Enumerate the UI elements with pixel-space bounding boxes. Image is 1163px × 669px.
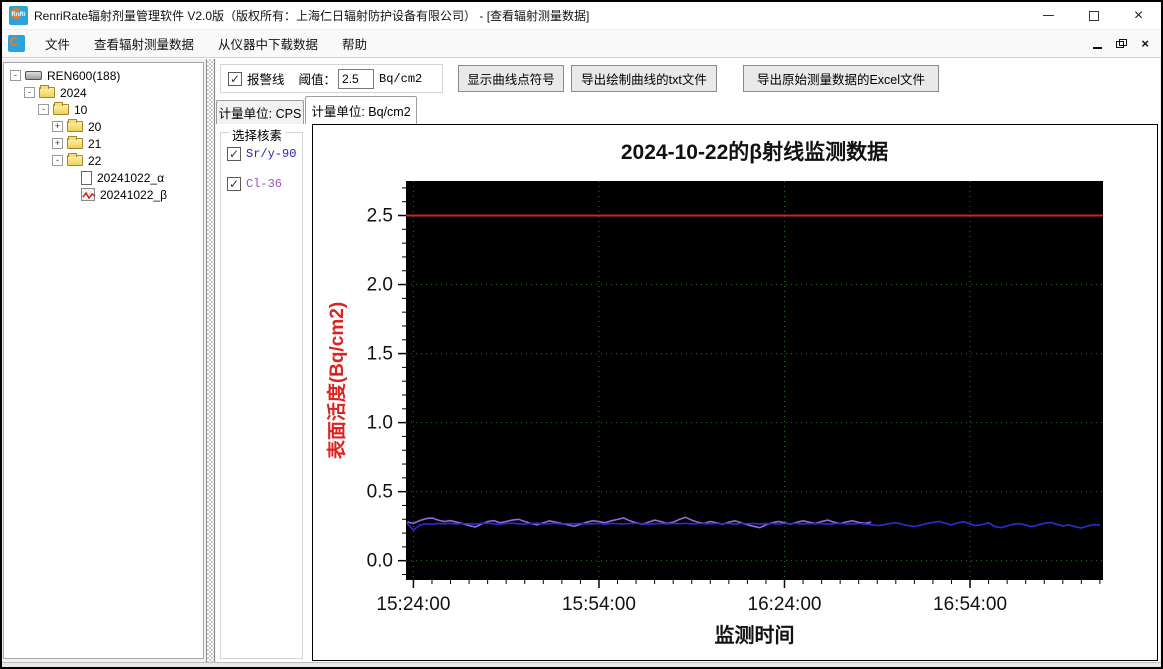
tree-row[interactable]: - 22 bbox=[4, 152, 203, 169]
collapse-icon[interactable]: - bbox=[38, 104, 49, 115]
document-logo-icon bbox=[8, 35, 25, 52]
y-tick-label: 2.0 bbox=[367, 275, 393, 296]
menu-item-3[interactable]: 从仪器中下载数据 bbox=[206, 30, 330, 57]
nuclide-select-group: 选择核素 ✓ Sr/y-90 ✓ Cl-36 bbox=[220, 125, 303, 659]
minimize-icon bbox=[1043, 15, 1054, 16]
threshold-label: 阈值： bbox=[298, 73, 337, 87]
tree-row[interactable]: 20241022_α bbox=[4, 169, 203, 186]
menu-item-2[interactable]: 查看辐射测量数据 bbox=[82, 30, 206, 57]
x-tick-label: 15:54:00 bbox=[562, 594, 636, 615]
device-tree: - REN600(188) -2024-10 +20 +21-22 20241022_α 2… bbox=[3, 62, 204, 659]
alarm-line-group: ✓ 报警线 阈值： Bq/cm2 bbox=[220, 64, 443, 93]
menu-item-1[interactable]: 文件 bbox=[33, 30, 82, 57]
threshold-unit-label: Bq/cm2 bbox=[379, 71, 423, 86]
device-icon bbox=[25, 71, 42, 80]
x-tick-label: 16:54:00 bbox=[933, 594, 1007, 615]
tree-item-label: 20241022_α bbox=[97, 170, 165, 185]
y-tick-label: 1.0 bbox=[367, 413, 393, 434]
alarm-line-label: 报警线 bbox=[247, 73, 285, 87]
show-curve-symbols-button[interactable]: 显示曲线点符号 bbox=[458, 65, 564, 92]
tree-row[interactable]: 20241022_β bbox=[4, 186, 203, 203]
folder-icon bbox=[67, 153, 83, 166]
close-button[interactable]: × bbox=[1116, 2, 1161, 29]
maximize-button[interactable] bbox=[1071, 2, 1116, 29]
app-logo-icon: RnRi bbox=[9, 6, 28, 25]
splitter-bar[interactable] bbox=[206, 59, 215, 663]
child-window-controls: × bbox=[1093, 37, 1161, 50]
folder-icon bbox=[53, 102, 69, 115]
y-tick-label: 2.5 bbox=[367, 206, 393, 227]
tab-unit-cps[interactable]: 计量单位: CPS bbox=[216, 100, 304, 124]
chart-panel: 2024-10-22的β射线监测数据 0.0 0.5 1.0 1.5 2.0 2.5 15:2… bbox=[312, 124, 1158, 661]
tree-item-label: 20 bbox=[88, 119, 102, 134]
nuclide-checkbox-Sr/y-90[interactable]: ✓ bbox=[227, 147, 241, 161]
nuclide-row-Cl-36: ✓ Cl-36 bbox=[227, 177, 282, 191]
collapse-icon[interactable]: - bbox=[10, 70, 21, 81]
x-axis-title: 监测时间 bbox=[715, 624, 795, 647]
y-tick-label: 1.5 bbox=[367, 344, 393, 365]
collapse-icon[interactable]: - bbox=[24, 87, 35, 98]
x-tick-label: 16:24:00 bbox=[748, 594, 822, 615]
child-restore-icon[interactable] bbox=[1116, 38, 1128, 49]
menu-bar: 文件 查看辐射测量数据 从仪器中下载数据 帮助 × bbox=[2, 30, 1161, 58]
tree-item-label: REN600(188) bbox=[47, 68, 121, 83]
tree-item-label: 10 bbox=[74, 102, 88, 117]
app-window: RnRi RenriRate辐射剂量管理软件 V2.0版（版权所有：上海仁日辐射… bbox=[0, 0, 1163, 669]
logo-swoosh bbox=[10, 37, 19, 46]
tree-row[interactable]: - REN600(188) bbox=[4, 67, 203, 84]
expand-icon[interactable]: + bbox=[52, 121, 63, 132]
child-minimize-icon[interactable] bbox=[1093, 46, 1103, 49]
nuclide-label: Sr/y-90 bbox=[246, 147, 297, 161]
folder-icon bbox=[67, 119, 83, 132]
expand-icon[interactable]: + bbox=[52, 138, 63, 149]
tree-item-label: 22 bbox=[88, 153, 102, 168]
tab-unit-bqcm2[interactable]: 计量单位: Bq/cm2 bbox=[305, 96, 417, 124]
nuclide-group-title: 选择核素 bbox=[229, 125, 286, 144]
y-tick-label: 0.0 bbox=[367, 551, 393, 572]
x-tick-label: 15:24:00 bbox=[376, 594, 450, 615]
child-close-icon[interactable]: × bbox=[1141, 37, 1149, 50]
y-axis-title: 表面活度(Bq/cm2) bbox=[325, 302, 348, 459]
folder-icon bbox=[67, 136, 83, 149]
doc-icon bbox=[81, 170, 92, 185]
tree-item-label: 2024 bbox=[60, 85, 87, 100]
alarm-line-checkbox[interactable]: ✓ bbox=[228, 71, 242, 86]
tree-row[interactable]: - 2024 bbox=[4, 84, 203, 101]
close-icon: × bbox=[1133, 6, 1144, 24]
tree-item-label: 20241022_β bbox=[100, 187, 167, 202]
nuclide-checkbox-Cl-36[interactable]: ✓ bbox=[227, 177, 241, 191]
nuclide-row-Sr/y-90: ✓ Sr/y-90 bbox=[227, 147, 296, 161]
chart-title: 2024-10-22的β射线监测数据 bbox=[621, 140, 888, 164]
y-tick-label: 0.5 bbox=[367, 482, 393, 503]
content-panel: ✓ 报警线 阈值： Bq/cm2 显示曲线点符号 导出绘制曲线的txt文件 导出… bbox=[216, 59, 1160, 663]
collapse-icon[interactable]: - bbox=[52, 155, 63, 166]
window-title: RenriRate辐射剂量管理软件 V2.0版（版权所有：上海仁日辐射防护设备有… bbox=[34, 9, 590, 23]
monitoring-chart: 2024-10-22的β射线监测数据 0.0 0.5 1.0 1.5 2.0 2.5 15:2… bbox=[325, 140, 1103, 647]
tree-row[interactable]: +21 bbox=[4, 135, 203, 152]
export-txt-button[interactable]: 导出绘制曲线的txt文件 bbox=[571, 65, 717, 92]
window-controls: × bbox=[1026, 2, 1161, 29]
minimize-button[interactable] bbox=[1026, 2, 1071, 29]
menu-item-4[interactable]: 帮助 bbox=[330, 30, 379, 57]
title-bar: RnRi RenriRate辐射剂量管理软件 V2.0版（版权所有：上海仁日辐射… bbox=[2, 2, 1161, 30]
restore-front-square bbox=[1119, 38, 1128, 46]
export-excel-button[interactable]: 导出原始测量数据的Excel文件 bbox=[743, 65, 939, 92]
chart-icon bbox=[81, 188, 96, 201]
nuclide-label: Cl-36 bbox=[246, 177, 283, 191]
maximize-icon bbox=[1088, 10, 1099, 21]
threshold-input[interactable] bbox=[338, 68, 375, 89]
folder-icon bbox=[39, 85, 55, 98]
tree-row[interactable]: - 10 bbox=[4, 101, 203, 118]
tree-row[interactable]: +20 bbox=[4, 118, 203, 135]
main-area: - REN600(188) -2024-10 +20 +21-22 20241022_α 2… bbox=[2, 59, 1161, 667]
tree-item-label: 21 bbox=[88, 136, 102, 151]
logo-text: RnRi bbox=[11, 12, 26, 18]
menu-items: 文件 查看辐射测量数据 从仪器中下载数据 帮助 bbox=[33, 30, 379, 57]
